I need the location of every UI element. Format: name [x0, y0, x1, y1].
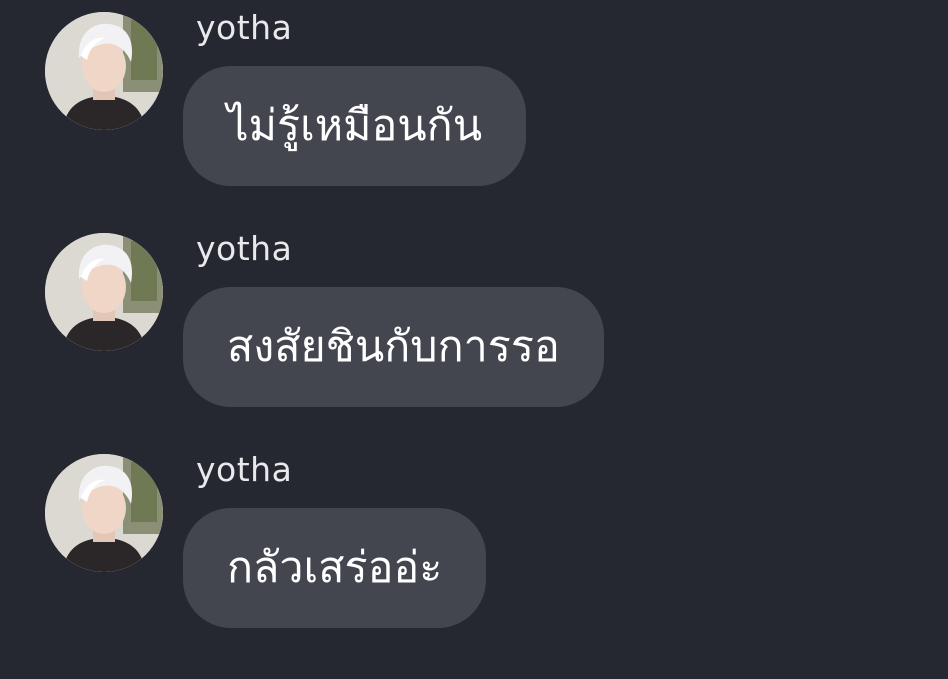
user-avatar-icon — [45, 233, 163, 351]
chat-message: yotha สงสัยชินกับการรอ — [0, 221, 948, 421]
sender-name: yotha — [196, 229, 293, 268]
avatar[interactable] — [45, 12, 163, 130]
avatar[interactable] — [45, 454, 163, 572]
chat-message: yotha กลัวเสร่ออ่ะ — [0, 442, 948, 642]
sender-name: yotha — [196, 450, 293, 489]
sender-name: yotha — [196, 8, 293, 47]
user-avatar-icon — [45, 454, 163, 572]
message-bubble[interactable]: กลัวเสร่ออ่ะ — [183, 508, 487, 628]
message-bubble[interactable]: สงสัยชินกับการรอ — [183, 287, 604, 407]
user-avatar-icon — [45, 12, 163, 130]
avatar[interactable] — [45, 233, 163, 351]
chat-thread: yotha ไม่รู้เหมือนกัน yotha สงสัยชินกับก… — [0, 0, 948, 679]
chat-message: yotha ไม่รู้เหมือนกัน — [0, 0, 948, 200]
message-bubble[interactable]: ไม่รู้เหมือนกัน — [183, 66, 527, 186]
